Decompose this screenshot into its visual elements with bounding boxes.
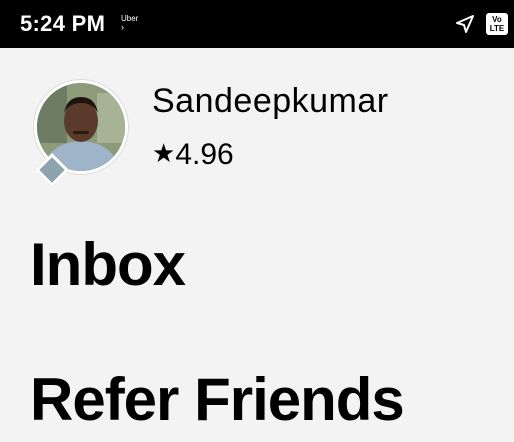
rating: ★4.96 [152, 138, 234, 172]
navigation-arrow-icon [456, 15, 474, 33]
star-icon: ★ [152, 138, 176, 168]
volte-bottom-text: LTE [489, 24, 505, 33]
notification-app-icon: Uber › [121, 15, 138, 32]
status-bar: 5:24 PM Uber › Vo LTE [0, 0, 514, 48]
profile-name[interactable]: Sandeepkumar [152, 82, 389, 121]
profile-avatar-button[interactable] [34, 80, 128, 187]
volte-top-text: Vo [492, 15, 502, 24]
menu-item-inbox[interactable]: Inbox [30, 230, 186, 299]
status-time: 5:24 PM [20, 11, 106, 36]
menu-item-refer-friends[interactable]: Refer Friends [30, 365, 405, 434]
rating-value: 4.96 [175, 138, 234, 171]
notification-chevron-icon: › [121, 22, 124, 32]
volte-icon: Vo LTE [486, 13, 508, 35]
